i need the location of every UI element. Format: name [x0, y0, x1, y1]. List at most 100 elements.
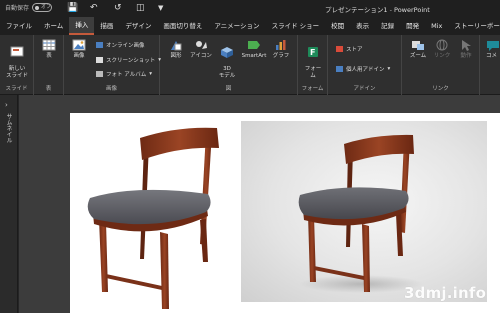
- new-slide-button[interactable]: 新しい スライド: [3, 39, 31, 79]
- ribbon: 新しい スライド スライド 表 表 画像 オンライン画像 スクリーンショット ▾…: [0, 35, 500, 95]
- picture-icon: [72, 39, 86, 51]
- group-images: 画像 オンライン画像 スクリーンショット ▾ フォト アルバム ▾ 画像: [64, 35, 161, 95]
- icons-icon: [196, 41, 207, 49]
- new-slide-label: 新しい スライド: [5, 66, 28, 79]
- photo-album-button[interactable]: フォト アルバム ▾: [96, 70, 152, 78]
- group-label-illustrations: 図: [225, 86, 232, 92]
- online-pictures-label: オンライン画像: [106, 43, 145, 49]
- document-name: プレゼンテーション1: [325, 6, 388, 14]
- group-label-tables: 表: [45, 86, 52, 92]
- autosave-toggle[interactable]: オフ: [32, 3, 53, 12]
- tab-slideshow[interactable]: スライド ショー: [266, 17, 326, 35]
- tab-storyboard[interactable]: ストーリーボード: [448, 17, 500, 35]
- smartart-label: SmartArt: [241, 53, 267, 59]
- screenshot-button[interactable]: スクリーンショット ▾: [96, 56, 161, 64]
- my-addins-button[interactable]: 個人用アドイン ▾: [336, 65, 390, 73]
- group-forms: F フォー ム フォーム: [298, 35, 328, 95]
- icons-button[interactable]: アイコン: [188, 39, 214, 60]
- tab-draw[interactable]: 描画: [94, 17, 119, 35]
- table-label: 表: [46, 53, 52, 59]
- my-addins-icon: [336, 66, 343, 72]
- shapes-button[interactable]: 図形: [166, 39, 186, 60]
- tab-review[interactable]: 校閲: [325, 17, 350, 35]
- smartart-icon: [248, 41, 260, 49]
- chart-button[interactable]: グラフ: [270, 39, 292, 60]
- customize-toolbar-icon[interactable]: ▼: [158, 3, 163, 13]
- shapes-icon: [171, 41, 182, 51]
- comment-icon: [487, 41, 499, 51]
- tab-insert[interactable]: 挿入: [69, 17, 95, 35]
- tab-record[interactable]: 記録: [375, 17, 400, 35]
- link-label: リンク: [433, 53, 451, 59]
- picture-label: 画像: [73, 53, 85, 59]
- link-button[interactable]: リンク: [430, 39, 454, 60]
- cube-icon: [221, 46, 233, 58]
- store-icon: [336, 46, 343, 52]
- forms-icon: F: [308, 46, 318, 57]
- table-icon: [42, 39, 56, 51]
- forms-button[interactable]: F フォー ム: [302, 39, 324, 79]
- group-comments: コメ: [480, 35, 500, 95]
- new-slide-icon: [10, 46, 24, 56]
- screenshot-icon: [96, 57, 103, 63]
- group-illustrations: 図形 アイコン 3D モデル SmartArt グラフ 図: [160, 35, 298, 95]
- group-slides: 新しい スライド スライド: [0, 35, 34, 95]
- tab-view[interactable]: 表示: [350, 17, 375, 35]
- group-label-images: 画像: [105, 86, 117, 92]
- watermark: 3dmj.info: [404, 284, 487, 302]
- group-label-addins: アドイン: [353, 86, 376, 92]
- thumbnail-panel[interactable]: › サムネイル: [0, 95, 18, 313]
- ribbon-tabs: ファイル ホーム 挿入 描画 デザイン 画面切り替え アニメーション スライド …: [0, 17, 500, 35]
- action-button[interactable]: 動作: [454, 39, 478, 60]
- redo-icon[interactable]: ↺: [114, 3, 122, 13]
- thumbnail-panel-label: サムネイル: [5, 113, 12, 143]
- chair-image-right[interactable]: [296, 132, 426, 294]
- forms-label: フォー ム: [304, 66, 322, 79]
- action-icon: [462, 40, 471, 51]
- comment-label: コメ: [486, 53, 498, 59]
- 3d-models-label: 3D モデル: [218, 66, 236, 79]
- 3d-models-button[interactable]: 3D モデル: [216, 39, 238, 79]
- tab-home[interactable]: ホーム: [38, 17, 69, 35]
- chart-icon: [276, 40, 286, 50]
- chevron-right-icon[interactable]: ›: [5, 101, 8, 109]
- group-links: ズーム リンク 動作 リンク: [402, 35, 480, 95]
- tab-transitions[interactable]: 画面切り替え: [157, 17, 208, 35]
- zoom-icon: [412, 41, 424, 50]
- store-button[interactable]: ストア: [336, 45, 363, 53]
- app-name: PowerPoint: [394, 6, 430, 14]
- table-button[interactable]: 表: [38, 39, 60, 60]
- chair-image-left[interactable]: [82, 124, 230, 312]
- autosave-state: オフ: [41, 4, 52, 10]
- screenshot-label: スクリーンショット: [106, 58, 156, 64]
- photo-album-dropdown-icon: ▾: [149, 71, 152, 77]
- undo-icon[interactable]: ↶: [90, 3, 98, 13]
- icons-label: アイコン: [190, 53, 212, 59]
- save-icon[interactable]: 💾: [67, 3, 78, 13]
- tab-mix[interactable]: Mix: [425, 17, 448, 35]
- autosave-control[interactable]: 自動保存 オフ: [5, 3, 53, 12]
- zoom-button[interactable]: ズーム: [406, 39, 430, 60]
- tab-design[interactable]: デザイン: [119, 17, 157, 35]
- tab-file[interactable]: ファイル: [0, 17, 38, 35]
- group-addins: ストア 個人用アドイン ▾ アドイン: [328, 35, 402, 95]
- link-icon: [436, 39, 448, 51]
- group-label-slides: スライド: [5, 86, 28, 92]
- my-addins-label: 個人用アドイン: [346, 67, 385, 73]
- start-slideshow-icon[interactable]: ◫: [136, 3, 145, 13]
- group-tables: 表 表: [34, 35, 64, 95]
- svg-text:F: F: [310, 48, 315, 57]
- tab-developer[interactable]: 開発: [400, 17, 425, 35]
- comment-button[interactable]: コメ: [486, 39, 500, 60]
- photo-album-label: フォト アルバム: [106, 72, 147, 78]
- online-pictures-button[interactable]: オンライン画像: [96, 41, 145, 49]
- picture-button[interactable]: 画像: [68, 39, 90, 60]
- photo-album-icon: [96, 71, 103, 77]
- store-label: ストア: [346, 47, 363, 53]
- smartart-button[interactable]: SmartArt: [239, 39, 269, 60]
- title-bar: 自動保存 オフ 💾 ↶ ↺ ◫ ▼ プレゼンテーション1 - PowerPoin…: [0, 0, 500, 17]
- zoom-label: ズーム: [409, 53, 427, 59]
- tab-animations[interactable]: アニメーション: [208, 17, 265, 35]
- my-addins-dropdown-icon: ▾: [387, 66, 391, 72]
- group-label-forms: フォーム: [301, 86, 324, 92]
